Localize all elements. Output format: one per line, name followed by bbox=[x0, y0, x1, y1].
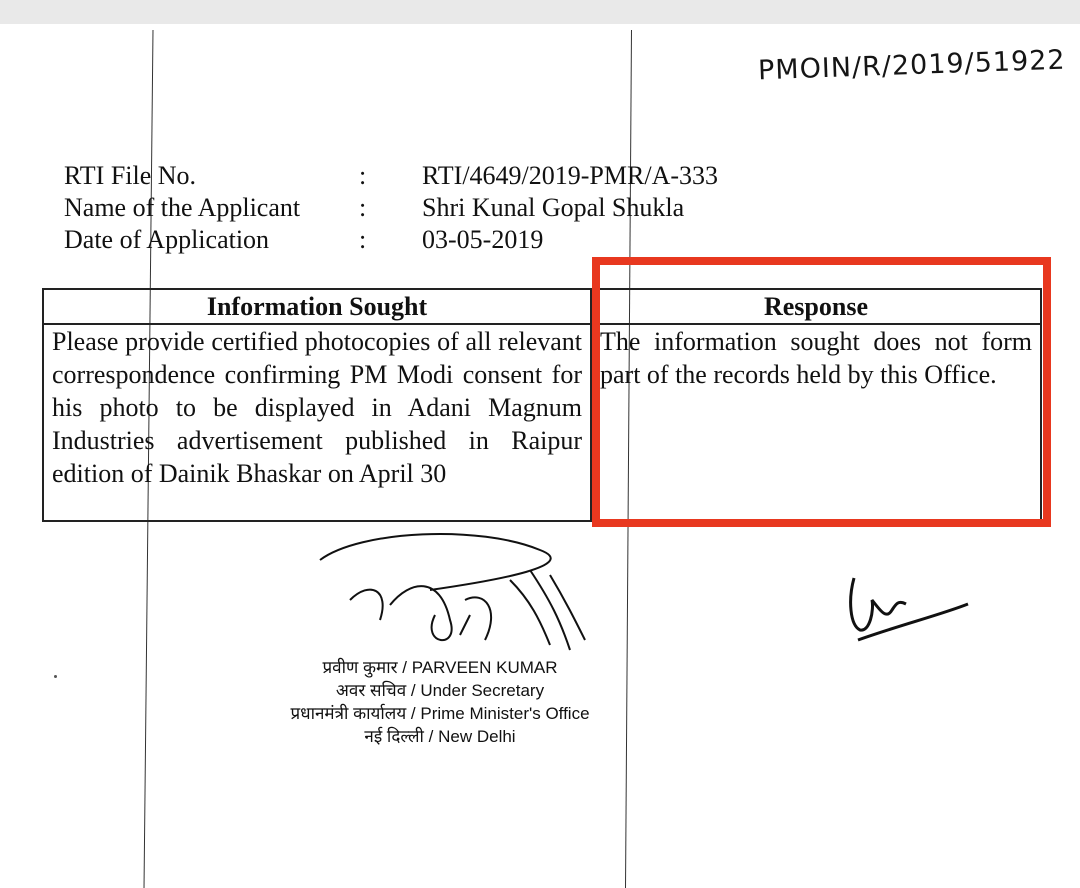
separator: : bbox=[359, 193, 367, 222]
top-bar bbox=[0, 0, 1080, 24]
date-value: 03-05-2019 bbox=[422, 225, 544, 254]
applicant-value: Shri Kunal Gopal Shukla bbox=[422, 193, 685, 222]
information-sought-cell: Please provide certified photocopies of … bbox=[42, 323, 592, 522]
rti-file-row: RTI File No. : RTI/4649/2019-PMR/A-333 bbox=[64, 160, 718, 192]
signatory-location: नई दिल्ली / New Delhi bbox=[364, 727, 516, 746]
rti-file-label: RTI File No. bbox=[64, 161, 197, 190]
initials-icon bbox=[849, 577, 969, 642]
applicant-row: Name of the Applicant : Shri Kunal Gopal… bbox=[64, 192, 718, 224]
signatory-name: प्रवीण कुमार / PARVEEN KUMAR bbox=[322, 658, 558, 677]
signature-icon bbox=[319, 532, 586, 651]
date-label: Date of Application bbox=[64, 225, 270, 254]
rti-details: RTI File No. : RTI/4649/2019-PMR/A-333 N… bbox=[64, 160, 718, 256]
separator: : bbox=[359, 225, 367, 254]
separator: : bbox=[359, 161, 367, 190]
header-information-sought: Information Sought bbox=[42, 288, 592, 325]
handwritten-reference-number: PMOIN/R/2019/51922 bbox=[757, 44, 1067, 87]
date-row: Date of Application : 03-05-2019 bbox=[64, 224, 718, 256]
signatory-block: प्रवीण कुमार / PARVEEN KUMAR अवर सचिव / … bbox=[280, 656, 600, 748]
signatory-office: प्रधानमंत्री कार्यालय / Prime Minister's… bbox=[290, 704, 590, 723]
scan-speck bbox=[54, 675, 57, 678]
signatory-designation: अवर सचिव / Under Secretary bbox=[335, 681, 545, 700]
applicant-label: Name of the Applicant bbox=[64, 193, 301, 222]
rti-file-value: RTI/4649/2019-PMR/A-333 bbox=[422, 161, 719, 190]
response-highlight-box bbox=[592, 257, 1051, 527]
